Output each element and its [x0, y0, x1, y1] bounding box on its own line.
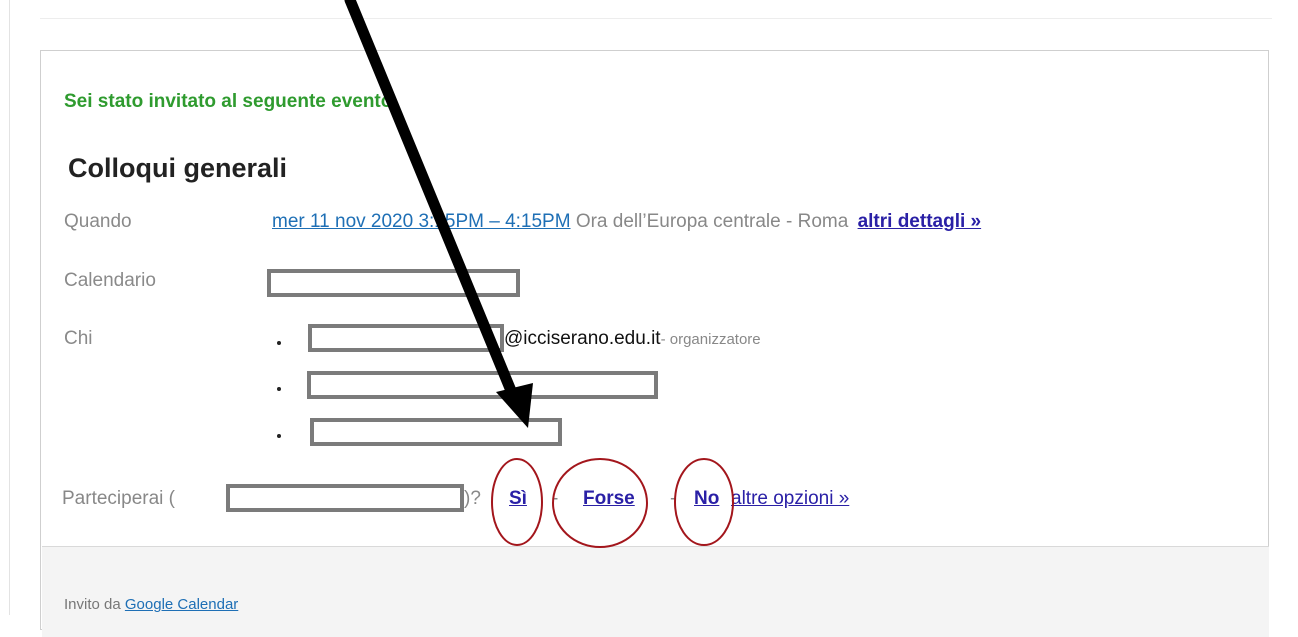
calendar-value-redacted: [267, 269, 520, 297]
organizer-name-redacted: [308, 324, 504, 352]
rsvp-more-options-link[interactable]: altre opzioni »: [731, 488, 849, 510]
rsvp-separator: -: [670, 488, 677, 509]
rsvp-separator: -: [552, 488, 559, 509]
guest-bullet: [277, 387, 281, 391]
event-datetime-link[interactable]: mer 11 nov 2020 3:15PM – 4:15PM: [272, 211, 571, 232]
invite-intro: Sei stato invitato al seguente evento.: [64, 91, 398, 112]
event-timezone: Ora dell’Europa centrale - Roma: [575, 211, 849, 232]
rsvp-no-button[interactable]: No: [694, 488, 719, 510]
event-title: Colloqui generali: [68, 153, 288, 183]
calendar-label: Calendario: [64, 270, 156, 291]
rsvp-question-close: )?: [464, 488, 481, 509]
invitation-card: Sei stato invitato al seguente evento. C…: [40, 50, 1269, 637]
rsvp-maybe-button[interactable]: Forse: [583, 488, 635, 510]
organizer-email-domain: @icciserano.edu.it: [504, 328, 661, 349]
footer-text: Invito da Google Calendar: [64, 596, 238, 613]
rsvp-question: Parteciperai (: [62, 488, 175, 509]
guest-name-redacted: [307, 371, 658, 399]
guest-name-redacted: [310, 418, 562, 446]
when-value: mer 11 nov 2020 3:15PM – 4:15PM Ora dell…: [272, 211, 981, 233]
organizer-role: - organizzatore: [660, 331, 761, 348]
page-left-border: [9, 0, 10, 615]
google-calendar-link[interactable]: Google Calendar: [125, 596, 238, 613]
who-label: Chi: [64, 328, 93, 349]
rsvp-yes-button[interactable]: Sì: [509, 488, 527, 510]
card-footer: [42, 546, 1269, 637]
more-details-link[interactable]: altri dettagli »: [858, 211, 982, 232]
rsvp-email-redacted: [226, 484, 464, 512]
guest-bullet: [277, 434, 281, 438]
organizer-entry: @icciserano.edu.it- organizzatore: [504, 328, 761, 350]
footer-prefix: Invito da: [64, 596, 125, 613]
when-label: Quando: [64, 211, 132, 232]
top-divider: [40, 18, 1272, 19]
guest-bullet: [277, 341, 281, 345]
